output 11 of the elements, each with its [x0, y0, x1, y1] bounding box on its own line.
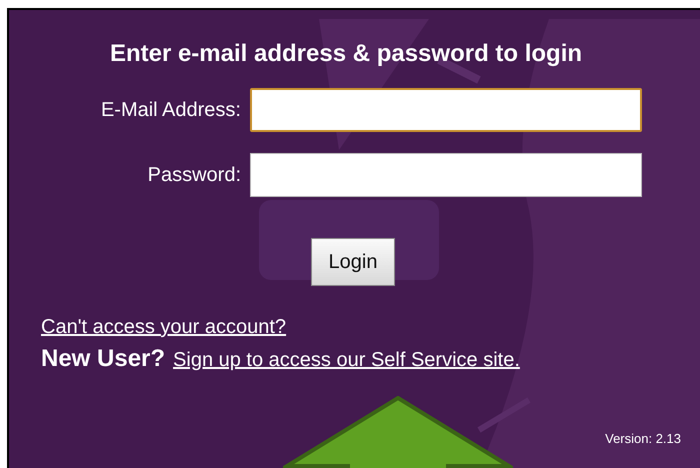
forgot-account-link[interactable]: Can't access your account?: [41, 316, 286, 339]
version-text: Version: 2.13: [605, 431, 681, 446]
new-user-label: New User?: [41, 345, 166, 373]
field-label: E-Mail Address:: [100, 98, 242, 122]
password-field[interactable]: [250, 153, 642, 197]
email-field[interactable]: [250, 88, 642, 132]
field-label: Password:: [146, 164, 242, 186]
sign-up-link[interactable]: Sign up to access our Self Service site.: [173, 349, 520, 372]
form-heading: Enter e-mail address & password to login: [108, 40, 584, 68]
up-arrow-icon: [283, 396, 513, 468]
login-button[interactable]: Login: [311, 238, 395, 286]
